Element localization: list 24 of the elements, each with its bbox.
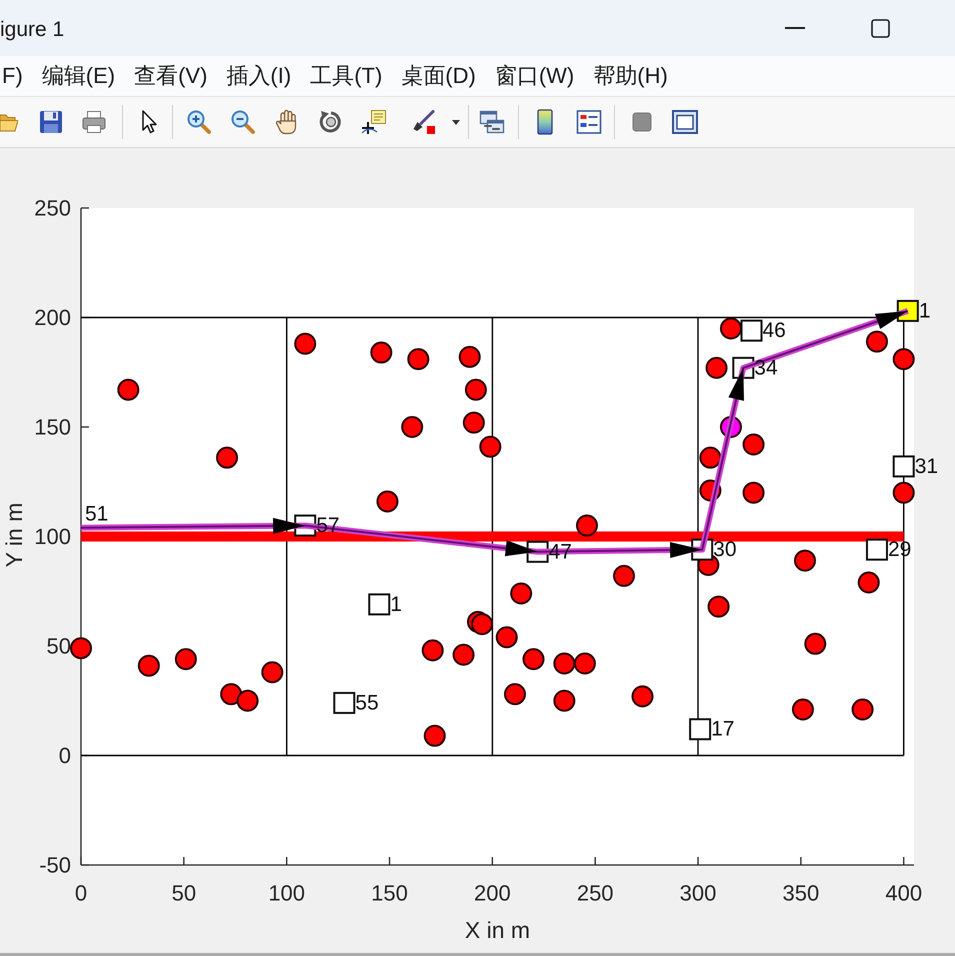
x-tick-label: 300 xyxy=(680,880,716,906)
y-tick-label: -50 xyxy=(39,852,71,878)
x-axis-label: X in m xyxy=(464,917,530,943)
x-tick-label: 250 xyxy=(576,880,614,906)
node-label: 31 xyxy=(914,454,938,478)
x-tick-label: 350 xyxy=(782,880,820,906)
x-tick-label: 150 xyxy=(371,880,408,906)
x-tick-label: 100 xyxy=(268,880,306,906)
y-tick-label: 100 xyxy=(34,524,71,549)
x-tick-label: 400 xyxy=(885,880,922,906)
x-tick-label: 200 xyxy=(474,880,511,906)
node-label: 55 xyxy=(355,691,379,714)
x-tick-label: 50 xyxy=(172,880,196,906)
y-axis-label: Y in m xyxy=(1,502,27,568)
y-tick-label: 250 xyxy=(34,196,71,220)
node-label: 1 xyxy=(918,299,931,322)
y-tick-label: 150 xyxy=(34,414,71,440)
node-label: 17 xyxy=(711,718,734,741)
y-tick-label: 0 xyxy=(58,743,71,768)
window-title: igure 1 xyxy=(0,18,64,42)
y-tick-label: 50 xyxy=(46,634,71,658)
x-tick-label: 0 xyxy=(74,880,88,906)
node-label: 1 xyxy=(390,592,402,616)
y-tick-label: 200 xyxy=(34,305,71,330)
